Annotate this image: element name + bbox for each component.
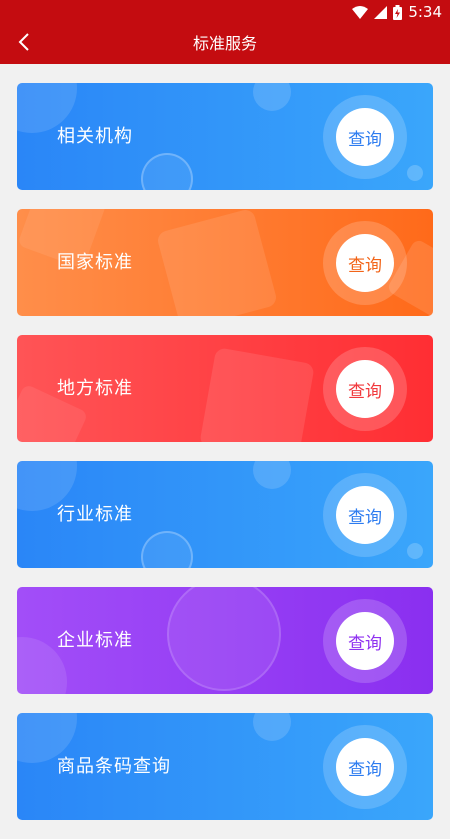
- service-list: 相关机构 查询 国家标准 查询 地方标准 查询 行业标准 查询 企业标准 查询 …: [17, 83, 433, 839]
- app-bar: 标准服务: [0, 24, 450, 64]
- card-local-standard[interactable]: 地方标准 查询: [17, 335, 433, 442]
- card-barcode-query[interactable]: 商品条码查询 查询: [17, 713, 433, 820]
- card-label: 商品条码查询: [57, 756, 171, 777]
- card-related-institutions[interactable]: 相关机构 查询: [17, 83, 433, 190]
- query-button-ring: 查询: [323, 473, 407, 557]
- card-label: 相关机构: [57, 126, 133, 147]
- query-button[interactable]: 查询: [336, 234, 394, 292]
- query-button-ring: 查询: [323, 725, 407, 809]
- status-bar: 5:34: [0, 0, 450, 24]
- query-button-ring: 查询: [323, 221, 407, 305]
- query-button[interactable]: 查询: [336, 108, 394, 166]
- card-national-standard[interactable]: 国家标准 查询: [17, 209, 433, 316]
- card-label: 地方标准: [57, 378, 133, 399]
- query-button-ring: 查询: [323, 599, 407, 683]
- status-time: 5:34: [408, 3, 442, 21]
- battery-charging-icon: [393, 4, 403, 20]
- card-industry-standard[interactable]: 行业标准 查询: [17, 461, 433, 568]
- card-label: 行业标准: [57, 504, 133, 525]
- card-label: 国家标准: [57, 252, 133, 273]
- wifi-icon: [352, 5, 369, 19]
- card-label: 企业标准: [57, 630, 133, 651]
- query-button[interactable]: 查询: [336, 360, 394, 418]
- page-title: 标准服务: [192, 34, 257, 53]
- cell-signal-icon: [374, 5, 388, 19]
- query-button[interactable]: 查询: [336, 486, 394, 544]
- card-enterprise-standard[interactable]: 企业标准 查询: [17, 587, 433, 694]
- query-button[interactable]: 查询: [336, 612, 394, 670]
- query-button[interactable]: 查询: [336, 738, 394, 796]
- query-button-ring: 查询: [323, 95, 407, 179]
- query-button-ring: 查询: [323, 347, 407, 431]
